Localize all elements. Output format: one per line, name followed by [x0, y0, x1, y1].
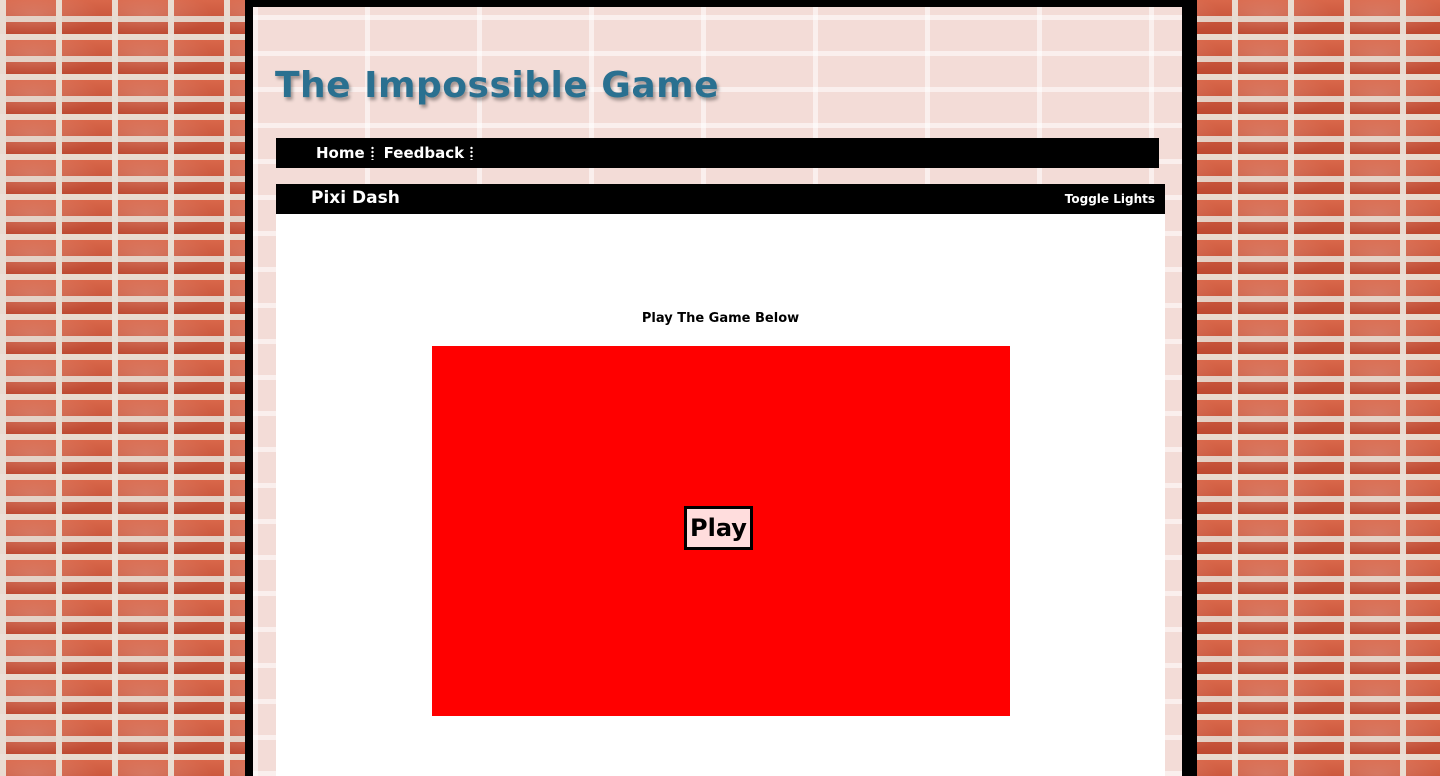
- game-panel: Pixi Dash Toggle Lights Play The Game Be…: [276, 184, 1165, 776]
- main-nav: Home Feedback: [276, 138, 1159, 168]
- nav-separator: [370, 146, 374, 160]
- nav-feedback-label: Feedback: [383, 144, 465, 162]
- nav-home-label: Home: [316, 144, 365, 162]
- page-frame: The Impossible Game Home Feedback Pixi D…: [245, 0, 1197, 776]
- game-canvas[interactable]: Play: [432, 346, 1010, 716]
- game-header-bar: Pixi Dash Toggle Lights: [276, 184, 1165, 214]
- nav-home-link[interactable]: Home: [316, 144, 374, 162]
- game-title: Pixi Dash: [311, 188, 400, 208]
- nav-feedback-link[interactable]: Feedback: [383, 144, 474, 162]
- play-instructions: Play The Game Below: [641, 311, 800, 326]
- page-content: The Impossible Game Home Feedback Pixi D…: [253, 7, 1182, 776]
- site-title[interactable]: The Impossible Game: [275, 65, 719, 106]
- toggle-lights-button[interactable]: Toggle Lights: [1065, 192, 1155, 206]
- nav-separator: [470, 146, 474, 160]
- play-button[interactable]: Play: [684, 506, 753, 550]
